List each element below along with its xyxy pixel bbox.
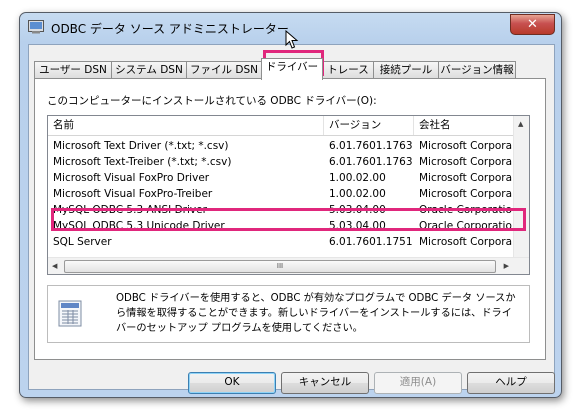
tab-drivers[interactable]: ドライバー bbox=[261, 58, 323, 80]
driver-company: Microsoft Corpora bbox=[419, 156, 513, 168]
driver-row[interactable]: Microsoft Text Driver (*.txt; *.csv) 6.0… bbox=[48, 138, 514, 154]
close-button[interactable]: ✕ bbox=[510, 14, 555, 35]
driver-company: Microsoft Corpora bbox=[419, 140, 513, 152]
info-box: ODBC ドライバーを使用すると、ODBC が有効なプログラムで ODBC デー… bbox=[47, 285, 530, 343]
horizontal-scrollbar[interactable]: ◀ III ▶ bbox=[48, 257, 529, 274]
odbc-app-icon bbox=[28, 20, 44, 34]
driver-name: Microsoft Text-Treiber (*.txt; *.csv) bbox=[53, 156, 232, 168]
drivers-list[interactable]: 名前 バージョン 会社名 Microsoft Text Driver (*.tx… bbox=[47, 115, 530, 275]
driver-name: Microsoft Visual FoxPro Driver bbox=[53, 172, 210, 184]
driver-company: Microsoft Corpora bbox=[419, 188, 513, 200]
column-header-version[interactable]: バージョン bbox=[324, 116, 414, 135]
help-button[interactable]: ヘルプ bbox=[467, 372, 555, 394]
info-text: ODBC ドライバーを使用すると、ODBC が有効なプログラムで ODBC デー… bbox=[116, 293, 516, 334]
mouse-cursor-icon bbox=[285, 30, 299, 49]
tab-system-dsn[interactable]: システム DSN bbox=[111, 61, 187, 79]
drivers-caption: このコンピューターにインストールされている ODBC ドライバー(O): bbox=[47, 95, 377, 107]
driver-version: 1.00.02.00 bbox=[329, 172, 386, 184]
tab-file-dsn[interactable]: ファイル DSN bbox=[186, 61, 262, 79]
odbc-admin-window: ODBC データ ソース アドミニストレーター ✕ ユーザー DSN システム … bbox=[19, 12, 562, 398]
driver-company: Microsoft Corpora bbox=[419, 172, 513, 184]
driver-company: Microsoft Corpora bbox=[419, 236, 513, 248]
mysql-unicode-row-highlight-box bbox=[51, 208, 526, 231]
tab-about[interactable]: バージョン情報 bbox=[438, 61, 516, 79]
driver-name: Microsoft Text Driver (*.txt; *.csv) bbox=[53, 140, 229, 152]
column-header-name[interactable]: 名前 bbox=[48, 116, 324, 135]
driver-name: SQL Server bbox=[53, 236, 112, 248]
driver-row[interactable]: Microsoft Visual FoxPro Driver 1.00.02.0… bbox=[48, 170, 514, 186]
scroll-left-arrow-icon[interactable]: ◀ bbox=[52, 262, 57, 270]
driver-version: 6.01.7601.17514 bbox=[329, 236, 413, 248]
window-title: ODBC データ ソース アドミニストレーター bbox=[51, 22, 289, 36]
vertical-scrollbar[interactable]: ▲ bbox=[513, 116, 529, 257]
horizontal-scroll-thumb[interactable]: III bbox=[64, 260, 496, 273]
driver-version: 6.01.7601.17632 bbox=[329, 156, 413, 168]
driver-version: 1.00.02.00 bbox=[329, 188, 386, 200]
ok-button[interactable]: OK bbox=[188, 372, 276, 394]
tab-user-dsn[interactable]: ユーザー DSN bbox=[34, 61, 112, 79]
driver-row[interactable]: SQL Server 6.01.7601.17514 Microsoft Cor… bbox=[48, 234, 514, 250]
scroll-right-arrow-icon[interactable]: ▶ bbox=[504, 262, 509, 270]
document-info-icon bbox=[58, 300, 82, 327]
column-header-company[interactable]: 会社名 bbox=[414, 116, 514, 135]
apply-button[interactable]: 適用(A) bbox=[374, 372, 462, 394]
driver-name: Microsoft Visual FoxPro-Treiber bbox=[53, 188, 213, 200]
list-header: 名前 バージョン 会社名 bbox=[48, 116, 514, 136]
driver-row[interactable]: Microsoft Text-Treiber (*.txt; *.csv) 6.… bbox=[48, 154, 514, 170]
tab-connection-pooling[interactable]: 接続プール bbox=[373, 61, 439, 79]
scroll-up-arrow-icon[interactable]: ▲ bbox=[518, 120, 523, 128]
driver-row[interactable]: Microsoft Visual FoxPro-Treiber 1.00.02.… bbox=[48, 186, 514, 202]
cancel-button[interactable]: キャンセル bbox=[281, 372, 369, 394]
tab-tracing[interactable]: トレース bbox=[322, 61, 374, 79]
driver-version: 6.01.7601.17632 bbox=[329, 140, 413, 152]
